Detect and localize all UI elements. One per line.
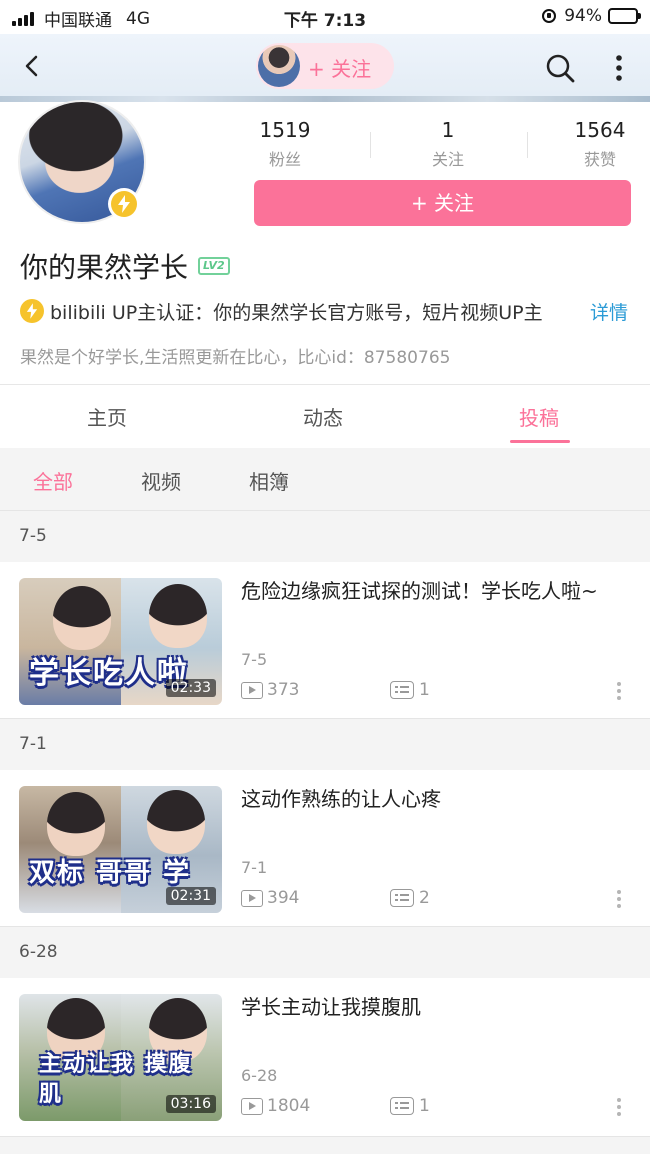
profile-tabs: 主页 动态 投稿	[0, 386, 650, 446]
lightning-icon	[118, 195, 130, 213]
danmaku-count-value: 1	[419, 1096, 430, 1116]
stat-divider	[527, 132, 528, 158]
stat-label: 粉丝	[268, 150, 301, 169]
play-count: 373	[241, 680, 299, 700]
profile-name: 你的果然学长	[20, 251, 189, 284]
date-header: 7-1	[0, 718, 650, 770]
upload-subtabs: 全部 视频 相簿	[0, 448, 650, 510]
date-header-label: 7-1	[19, 734, 47, 754]
date-header: 6-28	[0, 926, 650, 978]
danmaku-count: 1	[390, 1096, 430, 1116]
date-header-label: 7-5	[19, 526, 47, 546]
stat-label: 获赞	[583, 150, 616, 169]
danmaku-icon	[390, 1097, 414, 1115]
lightning-icon	[20, 299, 44, 323]
video-thumbnail[interactable]: 学长吃人啦 02:33	[19, 578, 222, 705]
video-date: 7-5	[241, 650, 268, 669]
play-icon	[241, 1097, 263, 1115]
play-count-value: 373	[267, 680, 300, 700]
video-row[interactable]: 主动让我 摸腹肌 03:16 学长主动让我摸腹肌 6-28 1804 1	[0, 978, 650, 1134]
status-right: 94%	[542, 6, 641, 26]
video-title[interactable]: 危险边缘疯狂试探的测试！学长吃人啦~	[241, 576, 636, 606]
level-badge: LV2	[198, 257, 230, 275]
date-header: 7-5	[0, 510, 650, 562]
danmaku-count-value: 1	[419, 680, 430, 700]
profile-signature: 果然是个好学长,生活照更新在比心，比心id：87580765	[20, 348, 451, 368]
verified-badge	[108, 188, 140, 220]
stat-value: 1564	[574, 118, 626, 142]
tab-dynamics[interactable]: 动态	[303, 402, 343, 431]
play-icon	[241, 889, 263, 907]
stat-following[interactable]: 1 关注	[388, 118, 508, 170]
stat-value: 1	[441, 118, 455, 142]
video-duration: 03:16	[165, 1095, 216, 1113]
nav-avatar	[258, 45, 300, 87]
detail-link[interactable]: 详情	[590, 298, 628, 325]
tab-home[interactable]: 主页	[87, 402, 127, 431]
video-duration: 02:33	[165, 679, 216, 697]
follow-button[interactable]: + 关注	[254, 180, 631, 226]
danmaku-icon	[390, 889, 414, 907]
battery-percent: 94%	[564, 6, 602, 26]
video-date: 7-1	[241, 858, 268, 877]
subtab-all[interactable]: 全部	[33, 466, 73, 495]
more-vertical-icon[interactable]	[616, 682, 622, 704]
play-count: 394	[241, 888, 299, 908]
video-duration: 02:31	[165, 887, 216, 905]
status-bar: 中国联通 4G 下午 7:13 94%	[0, 0, 650, 34]
chevron-left-icon[interactable]	[20, 54, 44, 78]
play-count-value: 394	[267, 888, 300, 908]
more-vertical-icon[interactable]	[616, 1098, 622, 1120]
play-count: 1804	[241, 1096, 310, 1116]
more-vertical-icon[interactable]	[609, 52, 629, 84]
search-icon[interactable]	[544, 52, 576, 84]
video-thumbnail[interactable]: 主动让我 摸腹肌 03:16	[19, 994, 222, 1121]
stat-divider	[370, 132, 371, 158]
play-count-value: 1804	[267, 1096, 311, 1116]
thumbnail-caption: 双标 哥哥 学	[29, 858, 192, 888]
nav-follow-pill[interactable]: + 关注	[256, 43, 394, 89]
next-date-header	[0, 1136, 650, 1154]
stat-followers[interactable]: 1519 粉丝	[225, 118, 345, 170]
video-row[interactable]: 双标 哥哥 学 02:31 这动作熟练的让人心疼 7-1 394 2	[0, 770, 650, 926]
video-thumbnail[interactable]: 双标 哥哥 学 02:31	[19, 786, 222, 913]
nav-follow-label: + 关注	[308, 57, 372, 81]
danmaku-icon	[390, 681, 414, 699]
subtab-video[interactable]: 视频	[141, 466, 181, 495]
divider	[0, 384, 650, 385]
certification-row: bilibili UP主认证：你的果然学长官方账号，短片视频UP主	[20, 298, 620, 324]
battery-icon	[608, 8, 641, 24]
stat-label: 关注	[431, 150, 464, 169]
video-title[interactable]: 学长主动让我摸腹肌	[241, 992, 636, 1022]
danmaku-count: 1	[390, 680, 430, 700]
subtab-album[interactable]: 相簿	[249, 466, 289, 495]
more-vertical-icon[interactable]	[616, 890, 622, 912]
stat-likes: 1564 获赞	[540, 118, 650, 170]
date-header-label: 6-28	[19, 942, 58, 962]
danmaku-count-value: 2	[419, 888, 430, 908]
rotation-lock-icon	[542, 9, 557, 23]
stat-value: 1519	[259, 118, 311, 142]
nav-bar: + 关注	[0, 34, 650, 102]
tab-active-indicator	[510, 440, 570, 443]
video-title[interactable]: 这动作熟练的让人心疼	[241, 784, 636, 814]
video-date: 6-28	[241, 1066, 278, 1085]
certification-text: bilibili UP主认证：你的果然学长官方账号，短片视频UP主	[50, 301, 543, 324]
tab-uploads[interactable]: 投稿	[519, 402, 559, 431]
play-icon	[241, 681, 263, 699]
danmaku-count: 2	[390, 888, 430, 908]
video-row[interactable]: 学长吃人啦 02:33 危险边缘疯狂试探的测试！学长吃人啦~ 7-5 373 1	[0, 562, 650, 718]
